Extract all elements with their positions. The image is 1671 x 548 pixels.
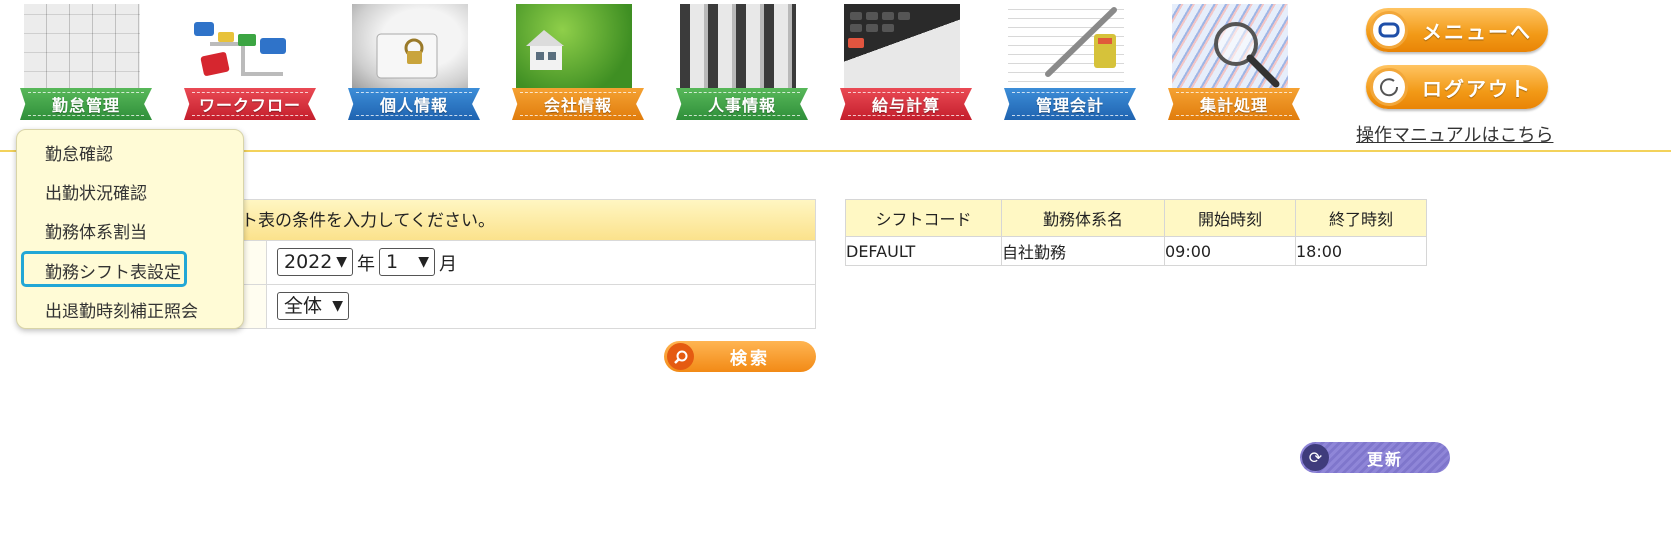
scope-select-value: 全体 bbox=[284, 295, 323, 317]
nav-label: 個人情報 bbox=[379, 96, 448, 115]
table-cell: 09:00 bbox=[1164, 236, 1296, 266]
chevron-down-icon: ▼ bbox=[336, 254, 347, 270]
nav-hr-info[interactable]: 人事情報 bbox=[676, 4, 808, 120]
nav-label: 管理会計 bbox=[1035, 96, 1104, 115]
nav-ribbon: 個人情報 bbox=[348, 88, 480, 120]
shift-table: シフトコード 勤務体系名 開始時刻 終了時刻 DEFAULT 自社勤務 09:0… bbox=[845, 199, 1427, 266]
chart-magnifier-icon bbox=[1172, 4, 1288, 90]
house-on-grass-icon bbox=[516, 4, 632, 90]
search-button[interactable]: 検索 bbox=[664, 341, 816, 372]
dropdown-item-schedule-assign[interactable]: 勤務体系割当 bbox=[45, 218, 147, 243]
nav-company-info[interactable]: 会社情報 bbox=[512, 4, 644, 120]
refresh-circle-icon bbox=[1370, 68, 1408, 106]
ledger-pen-icon bbox=[1008, 4, 1124, 90]
nav-workflow[interactable]: ワークフロー bbox=[184, 4, 316, 120]
scope-select[interactable]: 全体 ▼ bbox=[277, 292, 349, 320]
menu-icon bbox=[1370, 11, 1408, 49]
year-select-value: 2022 bbox=[284, 251, 333, 273]
column-header: 終了時刻 bbox=[1295, 199, 1427, 237]
nav-ribbon: 給与計算 bbox=[840, 88, 972, 120]
dropdown-item-time-correction[interactable]: 出退勤時刻補正照会 bbox=[45, 297, 198, 322]
year-unit: 年 bbox=[357, 254, 375, 275]
main-navigation: 勤怠管理 ワークフロー 個人情報 会社情報 人事情報 給与計算 管理会計 集計処… bbox=[0, 0, 1671, 150]
nav-label: 人事情報 bbox=[707, 96, 776, 115]
nav-ribbon: ワークフロー bbox=[184, 88, 316, 120]
dropdown-item-attendance-check[interactable]: 勤怠確認 bbox=[45, 140, 113, 165]
calculator-icon bbox=[844, 4, 960, 90]
update-button-label: 更新 bbox=[1367, 449, 1404, 469]
calendar-photo-icon bbox=[24, 4, 140, 90]
table-cell: 自社勤務 bbox=[1001, 236, 1165, 266]
table-row[interactable]: DEFAULT 自社勤務 09:00 18:00 bbox=[845, 236, 1427, 266]
column-header: 勤務体系名 bbox=[1001, 199, 1165, 237]
nav-ribbon: 会社情報 bbox=[512, 88, 644, 120]
nav-label: 勤怠管理 bbox=[51, 96, 120, 115]
nav-label: 集計処理 bbox=[1199, 96, 1268, 115]
workflow-diagram-icon bbox=[188, 4, 304, 90]
padlock-book-icon bbox=[352, 4, 468, 90]
nav-label: ワークフロー bbox=[198, 96, 301, 115]
attendance-dropdown-menu: 勤怠確認 出勤状況確認 勤務体系割当 勤務シフト表設定 出退勤時刻補正照会 bbox=[16, 129, 244, 329]
logout-button[interactable]: ログアウト bbox=[1366, 65, 1548, 109]
chevron-down-icon: ▼ bbox=[418, 254, 429, 270]
nav-attendance[interactable]: 勤怠管理 bbox=[20, 4, 152, 120]
search-icon bbox=[667, 343, 694, 370]
dropdown-item-work-status[interactable]: 出勤状況確認 bbox=[45, 179, 147, 204]
table-header-row: シフトコード 勤務体系名 開始時刻 終了時刻 bbox=[845, 199, 1427, 237]
column-header: 開始時刻 bbox=[1164, 199, 1296, 237]
nav-ribbon: 管理会計 bbox=[1004, 88, 1136, 120]
nav-label: 給与計算 bbox=[871, 96, 940, 115]
file-folders-icon bbox=[680, 4, 796, 90]
table-cell: 18:00 bbox=[1295, 236, 1427, 266]
nav-payroll[interactable]: 給与計算 bbox=[840, 4, 972, 120]
month-select[interactable]: 1 ▼ bbox=[379, 248, 435, 276]
chevron-down-icon: ▼ bbox=[332, 298, 343, 314]
nav-management-accounting[interactable]: 管理会計 bbox=[1004, 4, 1136, 120]
nav-ribbon: 人事情報 bbox=[676, 88, 808, 120]
update-button[interactable]: ⟳ 更新 bbox=[1300, 442, 1450, 473]
table-cell: DEFAULT bbox=[845, 236, 1002, 266]
logout-button-label: ログアウト bbox=[1422, 76, 1532, 101]
column-header: シフトコード bbox=[845, 199, 1002, 237]
month-select-value: 1 bbox=[386, 251, 399, 273]
nav-ribbon: 勤怠管理 bbox=[20, 88, 152, 120]
menu-button-label: メニューへ bbox=[1422, 19, 1532, 44]
dropdown-item-shift-table-setting[interactable]: 勤務シフト表設定 bbox=[45, 258, 181, 283]
nav-personal-info[interactable]: 個人情報 bbox=[348, 4, 480, 120]
nav-ribbon: 集計処理 bbox=[1168, 88, 1300, 120]
month-unit: 月 bbox=[439, 254, 457, 275]
menu-button[interactable]: メニューへ bbox=[1366, 8, 1548, 52]
year-select[interactable]: 2022 ▼ bbox=[277, 248, 353, 276]
form-instruction: ト表の条件を入力してください。 bbox=[241, 211, 495, 231]
manual-link[interactable]: 操作マニュアルはこちら bbox=[1356, 121, 1553, 147]
nav-aggregation[interactable]: 集計処理 bbox=[1168, 4, 1300, 120]
search-button-label: 検索 bbox=[730, 349, 770, 369]
refresh-icon: ⟳ bbox=[1302, 444, 1329, 471]
header-divider bbox=[0, 150, 1671, 152]
nav-label: 会社情報 bbox=[543, 96, 612, 115]
